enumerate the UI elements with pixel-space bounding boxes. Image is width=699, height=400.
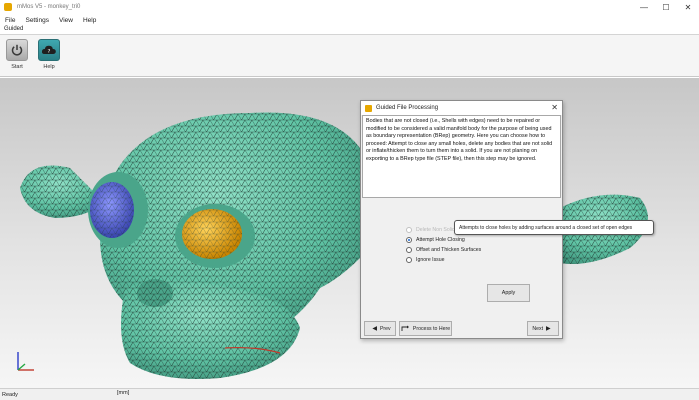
help-label: Help <box>43 64 55 70</box>
option-attempt-hole-closing[interactable]: Attempt Hole Closing <box>406 235 481 245</box>
option-tooltip: Attempts to close holes by adding surfac… <box>454 220 654 235</box>
option-offset-thicken[interactable]: Offset and Thicken Surfaces <box>406 245 481 255</box>
process-to-here-button[interactable]: Process to Here <box>399 321 452 336</box>
close-button[interactable]: ✕ <box>677 0 699 14</box>
minimize-button[interactable]: — <box>633 0 655 14</box>
maximize-button[interactable]: ☐ <box>655 0 677 14</box>
option-label: Offset and Thicken Surfaces <box>416 247 482 253</box>
svg-text:?: ? <box>48 49 51 55</box>
menu-help[interactable]: Help <box>78 17 101 24</box>
help-button[interactable]: ? Help <box>35 39 63 75</box>
apply-button[interactable]: Apply <box>487 284 530 302</box>
cloud-help-icon: ? <box>38 39 60 61</box>
menu-settings[interactable]: Settings <box>20 17 54 24</box>
prev-arrow-icon: ◀ <box>372 326 377 332</box>
dialog-close-button[interactable]: ✕ <box>551 103 558 112</box>
dialog-description: Bodies that are not closed (i.e., Shells… <box>362 115 561 198</box>
menu-file[interactable]: File <box>0 17 20 24</box>
axis-triad-icon <box>17 352 34 371</box>
dialog-title: Guided File Processing <box>376 105 439 111</box>
app-logo-icon <box>4 3 12 11</box>
radio-delete-non-solid <box>406 227 412 233</box>
title-bar: mMos V5 - monkey_tri0 — ☐ ✕ <box>0 0 699 14</box>
status-text: Ready <box>2 391 18 398</box>
option-label: Delete Non Solid <box>416 227 455 233</box>
next-arrow-icon: ▶ <box>546 326 551 332</box>
ribbon-panel: Start ? Help <box>0 35 699 77</box>
ribbon-tab-bar: Guided <box>0 26 699 35</box>
prev-label: Prev <box>379 325 391 332</box>
dialog-footer: ◀ Prev Process to Here Next ▶ <box>362 320 561 338</box>
next-label: Next <box>532 325 544 332</box>
window-title: mMos V5 - monkey_tri0 <box>17 4 81 10</box>
menu-bar: File Settings View Help <box>0 14 699 26</box>
option-label: Ignore Issue <box>416 257 445 263</box>
dialog-app-icon <box>365 104 372 112</box>
radio-ignore-issue[interactable] <box>406 257 412 263</box>
status-bar: Ready [mm] <box>0 388 699 400</box>
app-window: mMos V5 - monkey_tri0 — ☐ ✕ File Setting… <box>0 0 699 400</box>
dialog-title-bar: Guided File Processing ✕ <box>361 101 562 115</box>
units-indicator: [mm] <box>117 390 130 396</box>
radio-offset-thicken[interactable] <box>406 247 412 253</box>
prev-button[interactable]: ◀ Prev <box>364 321 396 336</box>
process-label: Process to Here <box>412 325 451 332</box>
power-icon <box>6 39 28 61</box>
process-arrow-icon <box>401 325 409 331</box>
option-ignore-issue[interactable]: Ignore Issue <box>406 255 481 265</box>
next-button[interactable]: Next ▶ <box>527 321 559 336</box>
tab-guided[interactable]: Guided <box>2 26 25 35</box>
menu-view[interactable]: View <box>54 17 78 24</box>
start-button[interactable]: Start <box>3 39 31 75</box>
radio-attempt-hole-closing[interactable] <box>406 237 412 243</box>
option-label: Attempt Hole Closing <box>416 237 465 243</box>
start-label: Start <box>11 64 23 70</box>
